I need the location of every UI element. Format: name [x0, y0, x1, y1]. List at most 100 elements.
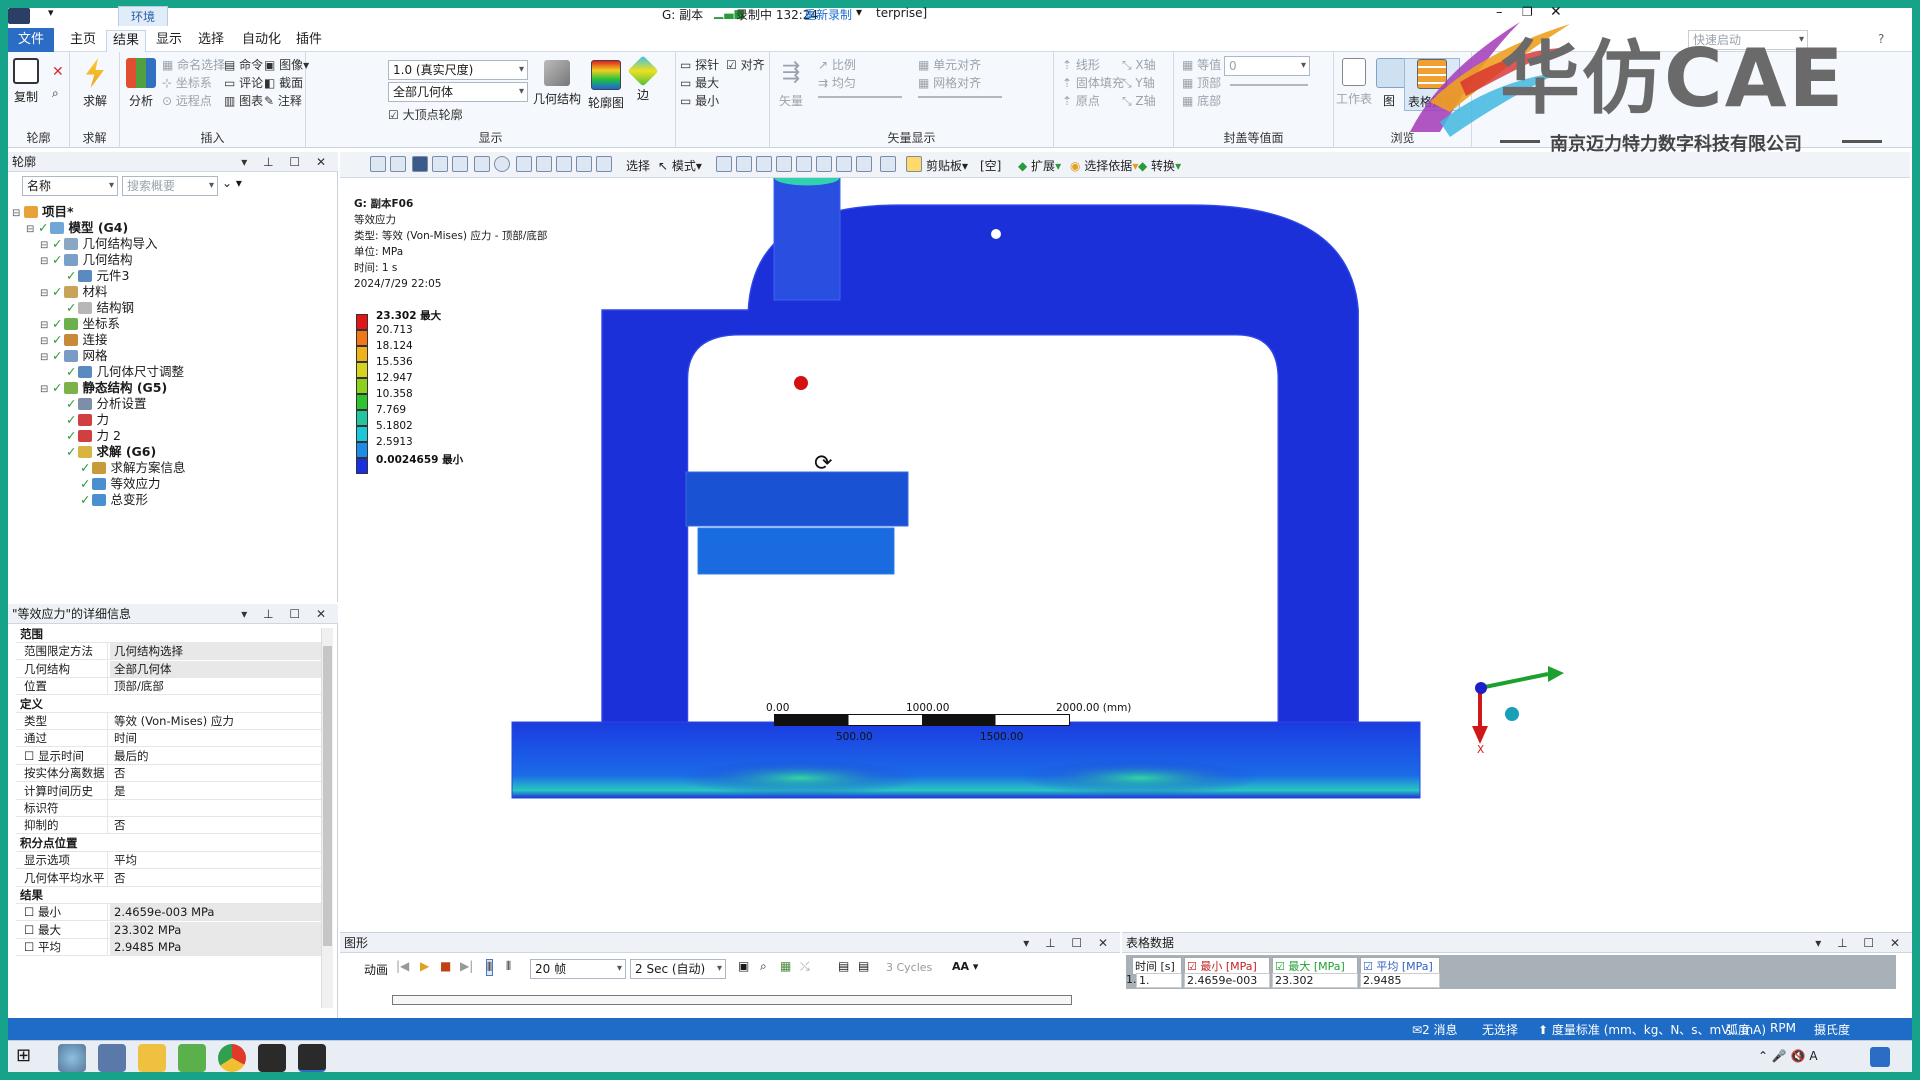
tree-item[interactable]: ⊟ ✓ 静态结构 (G5)	[40, 380, 167, 396]
details-section[interactable]: 范围	[16, 626, 328, 643]
copy-button[interactable]: 复制	[12, 58, 40, 105]
details-value[interactable]: 是	[110, 783, 126, 799]
parameter-checkbox[interactable]: ☐	[24, 940, 38, 954]
min-button[interactable]: ▭ 最小	[680, 92, 719, 109]
select-vertex-icon[interactable]	[716, 156, 732, 172]
copy-data-icon[interactable]: ▤	[838, 959, 849, 973]
help-icon[interactable]: ?	[1878, 32, 1884, 46]
grid-align-button[interactable]: ▦ 网格对齐	[918, 74, 981, 91]
scale-combo[interactable]: 1.0 (真实尺度)	[388, 60, 528, 80]
grid-icon[interactable]: ▦	[780, 959, 791, 973]
tree-expander-icon[interactable]: ⊟	[40, 254, 52, 270]
chart-button[interactable]: ▥ 图表	[224, 92, 263, 109]
tree-item[interactable]: ✓ 力 2	[54, 428, 121, 444]
clipboard-icon[interactable]	[906, 156, 922, 172]
align-checkbox[interactable]: ☑ 对齐	[726, 56, 765, 73]
tree-item[interactable]: ✓ 总变形	[68, 492, 148, 508]
details-value[interactable]: 否	[110, 817, 126, 833]
tree-expander-icon[interactable]: ⊟	[12, 206, 24, 222]
tree-expander-icon[interactable]: ⊟	[40, 286, 52, 302]
minimize-button[interactable]: –	[1496, 5, 1503, 20]
distributed-button[interactable]: ⫴	[486, 959, 494, 976]
element-align-button[interactable]: ▦ 单元对齐	[918, 56, 981, 73]
tree-item[interactable]: ⊟ ✓ 材料	[40, 284, 108, 300]
animation-timeline[interactable]	[392, 995, 1072, 1005]
recording-dropdown-icon[interactable]: ▾	[856, 5, 862, 19]
workbench-icon[interactable]	[258, 1044, 286, 1072]
outline-panel-buttons[interactable]: ▾ ⊥ ☐ ✕	[241, 152, 332, 172]
folder-icon[interactable]	[138, 1044, 166, 1072]
details-value[interactable]: 时间	[110, 730, 137, 746]
app-icon-1[interactable]	[58, 1044, 86, 1072]
details-value[interactable]: 几何结构选择	[110, 643, 328, 660]
tree-item[interactable]: ⊟ ✓ 模型 (G4)	[26, 220, 128, 236]
zoom-in-icon[interactable]	[370, 156, 386, 172]
tab-select[interactable]: 选择	[192, 30, 230, 52]
temp-status[interactable]: 摄氏度	[1814, 1021, 1850, 1038]
select-mesh-icon[interactable]	[836, 156, 852, 172]
duration-combo[interactable]: 2 Sec (自动)	[630, 959, 726, 979]
last-frame-button[interactable]: ▶|	[460, 959, 473, 973]
annotation-button[interactable]: ✎ 注释	[264, 92, 302, 109]
vector-slider[interactable]	[818, 96, 902, 98]
parameter-checkbox[interactable]: ☐	[24, 749, 38, 763]
solid-fill-button[interactable]: ⇡ 固体填充	[1062, 74, 1124, 91]
front-view-icon[interactable]	[432, 156, 448, 172]
tree-expander-icon[interactable]: ⊟	[26, 222, 38, 238]
details-row[interactable]: 通过 时间	[16, 730, 328, 748]
stop-button[interactable]: ■	[440, 959, 451, 973]
delete-icon[interactable]: ✕	[52, 64, 64, 80]
uniform-button[interactable]: ⇉ 均匀	[818, 74, 856, 91]
select-node-icon[interactable]	[796, 156, 812, 172]
details-row[interactable]: ☐ 最小 2.4659e-003 MPa	[16, 904, 328, 922]
select-body-icon[interactable]	[776, 156, 792, 172]
worksheet-button[interactable]: 工作表	[1336, 58, 1372, 107]
details-value[interactable]: 否	[110, 870, 126, 886]
details-value[interactable]: 最后的	[110, 748, 149, 764]
line-button[interactable]: ⇡ 线形	[1062, 56, 1100, 73]
graphics-viewport[interactable]: G: 副本F06 等效应力 类型: 等效 (Von-Mises) 应力 - 顶部…	[340, 178, 1910, 930]
tree-item[interactable]: ✓ 等效应力	[68, 476, 161, 492]
section-button[interactable]: ◧ 截面	[264, 74, 303, 91]
analysis-button[interactable]: 分析	[124, 58, 158, 109]
expand-dropdown[interactable]: ◆ 扩展▾	[1018, 157, 1061, 174]
details-row[interactable]: 显示选项 平均	[16, 852, 328, 870]
iso-view-icon[interactable]	[412, 156, 428, 172]
cycles-label[interactable]: 3 Cycles	[886, 961, 932, 974]
maximize-button[interactable]: ❐	[1522, 5, 1533, 19]
details-section[interactable]: 定义	[16, 695, 328, 713]
tabular-data-button[interactable]: 表格数据	[1404, 58, 1460, 111]
tab-automation[interactable]: 自动化	[236, 30, 287, 52]
probe-icon[interactable]: ⤯	[800, 959, 810, 974]
details-row[interactable]: ☐ 最大 23.302 MPa	[16, 921, 328, 939]
qat-dropdown-icon[interactable]: ▾	[48, 6, 54, 19]
select-element-icon[interactable]	[816, 156, 832, 172]
iso-button[interactable]: ▦ 等值	[1182, 56, 1221, 73]
select-by-dropdown[interactable]: ◉ 选择依据▾	[1070, 157, 1138, 174]
tree-item[interactable]: ⊟ ✓ 坐标系	[40, 316, 120, 332]
tree-item[interactable]: ✓ 分析设置	[54, 396, 147, 412]
details-row[interactable]: 抑制的 否	[16, 817, 328, 835]
max-button[interactable]: ▭ 最大	[680, 74, 719, 91]
contour-button[interactable]: 轮廓图	[586, 60, 626, 111]
parameter-checkbox[interactable]: ☐	[24, 923, 38, 937]
app-icon-p[interactable]	[178, 1044, 206, 1072]
select-label[interactable]: 选择	[626, 157, 650, 174]
details-row[interactable]: 范围限定方法 几何结构选择	[16, 643, 328, 661]
tab-display[interactable]: 显示	[150, 30, 188, 52]
tree-item[interactable]: ⊟ ✓ 连接	[40, 332, 108, 348]
geometry-display-button[interactable]: 几何结构	[532, 60, 582, 107]
quick-launch-input[interactable]: 快速启动	[1688, 30, 1808, 50]
frames-combo[interactable]: 20 帧	[530, 959, 626, 979]
select-edge-icon[interactable]	[736, 156, 752, 172]
zoom-to-fit-icon[interactable]: ⌕	[760, 959, 767, 974]
details-row[interactable]: 位置 顶部/底部	[16, 678, 328, 696]
tab-file[interactable]: 文件	[8, 28, 54, 52]
details-panel-buttons[interactable]: ▾ ⊥ ☐ ✕	[241, 604, 332, 624]
solve-button[interactable]: 求解	[78, 58, 112, 109]
result-sets-button[interactable]: ⫴	[506, 959, 511, 974]
play-button[interactable]: ▶	[420, 959, 429, 973]
details-row[interactable]: 按实体分离数据否	[16, 765, 328, 783]
mechanical-icon[interactable]	[298, 1044, 326, 1072]
context-tab[interactable]: 环境	[118, 6, 168, 28]
